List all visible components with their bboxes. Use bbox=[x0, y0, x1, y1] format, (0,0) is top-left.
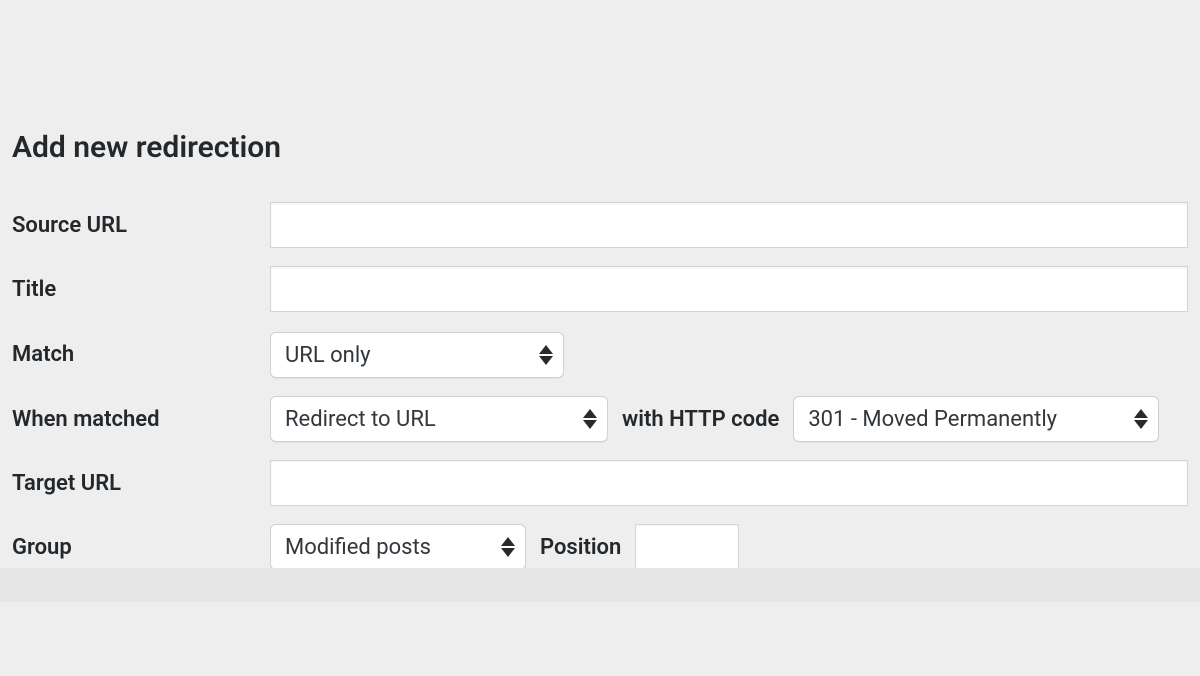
http-code-select[interactable]: 301 - Moved Permanently bbox=[793, 396, 1159, 442]
label-match: Match bbox=[12, 342, 270, 367]
target-url-input[interactable] bbox=[270, 460, 1188, 506]
label-group: Group bbox=[12, 535, 270, 560]
row-title: Title bbox=[12, 266, 1188, 312]
position-input[interactable] bbox=[635, 524, 739, 570]
label-position: Position bbox=[540, 535, 621, 560]
row-match: Match URL only bbox=[12, 330, 1188, 378]
label-with-http-code: with HTTP code bbox=[622, 407, 779, 432]
match-select[interactable]: URL only bbox=[270, 332, 564, 378]
form-table: Source URL Title Match URL only bbox=[12, 202, 1188, 570]
add-redirection-form: Add new redirection Source URL Title Mat… bbox=[0, 0, 1200, 570]
label-title: Title bbox=[12, 277, 270, 302]
divider-strip bbox=[0, 568, 1200, 602]
chevron-updown-icon bbox=[501, 537, 515, 557]
chevron-updown-icon bbox=[1134, 409, 1148, 429]
match-select-value: URL only bbox=[285, 343, 371, 368]
row-group: Group Modified posts Position bbox=[12, 524, 1188, 570]
page-title: Add new redirection bbox=[12, 130, 1188, 166]
row-source-url: Source URL bbox=[12, 202, 1188, 248]
action-select[interactable]: Redirect to URL bbox=[270, 396, 608, 442]
http-code-select-value: 301 - Moved Permanently bbox=[808, 407, 1057, 432]
label-source-url: Source URL bbox=[12, 213, 270, 238]
group-select[interactable]: Modified posts bbox=[270, 524, 526, 570]
action-select-value: Redirect to URL bbox=[285, 407, 436, 432]
group-select-value: Modified posts bbox=[285, 535, 431, 560]
chevron-updown-icon bbox=[539, 345, 553, 365]
chevron-updown-icon bbox=[583, 409, 597, 429]
title-input[interactable] bbox=[270, 266, 1188, 312]
row-when-matched: When matched Redirect to URL with HTTP c… bbox=[12, 396, 1188, 442]
label-when-matched: When matched bbox=[12, 407, 270, 432]
source-url-input[interactable] bbox=[270, 202, 1188, 248]
row-target-url: Target URL bbox=[12, 460, 1188, 506]
label-target-url: Target URL bbox=[12, 471, 270, 496]
